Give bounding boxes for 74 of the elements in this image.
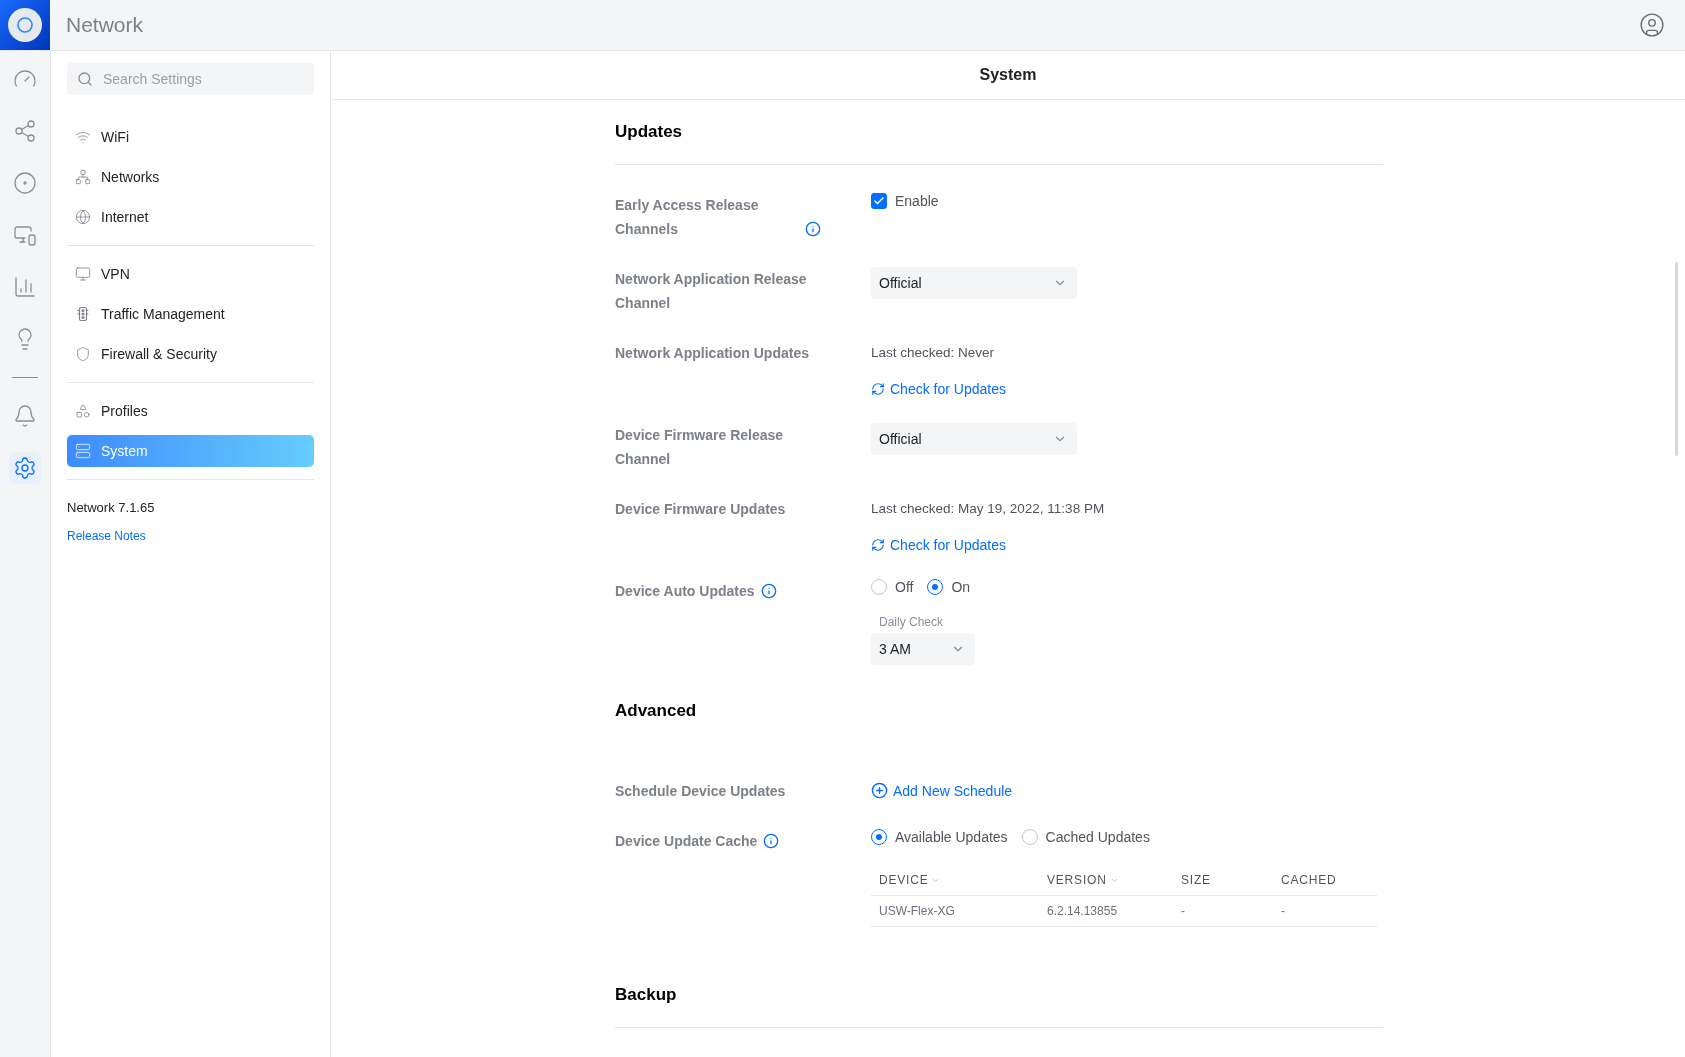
table-cell-text: - [1180, 904, 1186, 918]
version-text: Network 7.1.65 [67, 500, 156, 515]
shield-icon [75, 346, 91, 362]
setting-label: Network Application Release Channel [615, 270, 808, 313]
radio-option[interactable]: Off [871, 579, 914, 595]
column-header: SIZE [1180, 873, 1212, 887]
check-icon [873, 195, 885, 207]
dropdown[interactable]: Official [871, 267, 1077, 299]
search-icon [77, 71, 93, 87]
column-header[interactable]: DEVICE [871, 873, 1039, 887]
sidebar-item[interactable]: Networks [67, 161, 314, 193]
page-title: System [331, 51, 1685, 100]
sidebar-item[interactable]: VPN [67, 258, 314, 290]
radio-button[interactable] [871, 829, 887, 845]
radio-button[interactable] [927, 579, 944, 595]
setting-label: Device Firmware Release Channel [615, 426, 785, 469]
sidebar-item[interactable]: Internet [67, 201, 314, 233]
dropdown[interactable]: Official [871, 423, 1077, 455]
section-title: Backup [615, 975, 1383, 1028]
refresh-icon [871, 382, 885, 396]
setting-label: Device Firmware Updates [615, 500, 786, 519]
traffic-light-icon [75, 306, 91, 322]
column-header[interactable]: VERSION [1039, 873, 1173, 887]
add-schedule-link[interactable]: Add New Schedule [871, 779, 1013, 799]
search-field[interactable]: Search Settings [67, 63, 314, 95]
info-icon[interactable] [763, 833, 780, 849]
setting-label: Early Access Release Channels [615, 196, 760, 239]
radio-button[interactable] [871, 579, 887, 595]
server-icon [75, 443, 91, 459]
app-title: Network [66, 13, 145, 37]
radio-label: Cached Updates [1045, 829, 1150, 845]
sidebar-item[interactable]: WiFi [67, 121, 314, 153]
monitor-icon [75, 266, 91, 282]
column-header: CACHED [1280, 873, 1338, 887]
release-notes-link[interactable]: Release Notes [67, 529, 146, 543]
section-title: Updates [615, 112, 1383, 165]
app-logo[interactable] [0, 0, 50, 50]
refresh-icon [871, 538, 885, 552]
plus-circle-icon [871, 782, 888, 799]
checkbox-label: Enable [895, 193, 939, 209]
setting-label: Device Auto Updates [615, 582, 755, 601]
network-tree-icon [75, 169, 91, 185]
scrollbar-thumb[interactable] [1675, 262, 1678, 456]
globe-icon [75, 209, 91, 225]
radio-button[interactable] [1021, 829, 1038, 845]
setting-label: Schedule Device Updates [615, 782, 786, 801]
table-cell-text: - [1280, 904, 1286, 918]
setting-label: Network Application Updates [615, 344, 809, 363]
status-text: Last checked: Never [871, 344, 995, 362]
check-updates-link[interactable]: Check for Updates [871, 537, 1006, 553]
check-updates-link[interactable]: Check for Updates [871, 381, 1006, 397]
shapes-icon [75, 403, 91, 419]
setting-label: Device Update Cache [615, 832, 758, 851]
sidebar-item[interactable]: Firewall & Security [67, 338, 314, 370]
status-text: Last checked: May 19, 2022, 11:38 PM [871, 500, 1105, 518]
radio-label: On [951, 579, 971, 595]
info-icon[interactable] [760, 583, 777, 599]
table-cell-text: 6.2.14.13855 [1046, 904, 1119, 918]
dropdown[interactable]: 3 AM [871, 633, 975, 665]
field-label: Daily Check [878, 615, 945, 629]
radio-option[interactable]: Available Updates [871, 829, 1008, 845]
info-icon[interactable] [805, 221, 821, 237]
sidebar-item[interactable]: Profiles [67, 395, 314, 427]
radio-label: Off [895, 579, 914, 595]
table-cell-text: USW-Flex-XG [878, 904, 956, 918]
radio-option[interactable]: On [927, 579, 971, 595]
section-title: Advanced [615, 700, 698, 722]
radio-option[interactable]: Cached Updates [1021, 829, 1150, 845]
user-avatar-icon[interactable] [1639, 12, 1665, 38]
radio-label: Available Updates [895, 829, 1008, 845]
checkbox[interactable] [871, 193, 887, 209]
sidebar-item[interactable]: Traffic Management [67, 298, 314, 330]
settings-icon[interactable] [9, 452, 41, 484]
wifi-icon [75, 129, 91, 145]
